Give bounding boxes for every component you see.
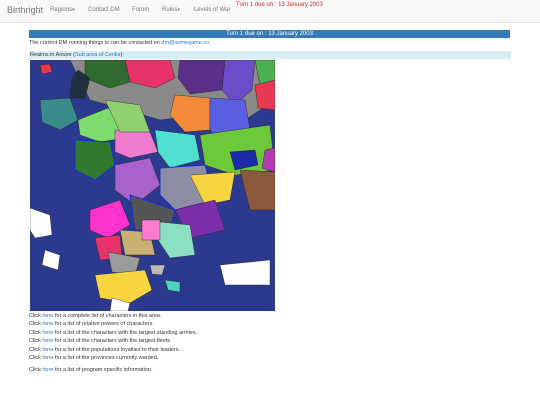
- link-prefix: Click: [29, 321, 43, 328]
- link-line: Click here for a complete list of charac…: [29, 312, 197, 320]
- navbar: Birthright Regions▾ Contact DM Forum Rul…: [0, 0, 540, 23]
- brand-link[interactable]: Birthright: [7, 5, 43, 15]
- caret-down-icon: ▾: [72, 7, 75, 13]
- contact-line: The current DM running things is can be …: [29, 40, 209, 46]
- nav-turn-notice: Turn 1 due on : 13 January 2003: [236, 2, 323, 8]
- region-south-pink: [141, 219, 161, 241]
- link-suffix: for a list of the populations loyalties …: [53, 346, 181, 353]
- link-prefix: Click: [29, 329, 43, 336]
- link-suffix: for a list of the provinces currently wa…: [53, 355, 159, 362]
- largest-fleets-link[interactable]: here: [42, 338, 53, 344]
- link-prefix: Click: [29, 346, 43, 353]
- link-line: Click here for a list of the characters …: [29, 329, 197, 337]
- characters-list-link[interactable]: here: [42, 313, 53, 319]
- link-prefix: Click: [29, 338, 43, 345]
- realms-header: Realms in Anuire (Sub area of Cerilia):: [29, 51, 511, 59]
- links-list: Click here for a complete list of charac…: [29, 312, 197, 375]
- link-suffix: for a list of the characters with the la…: [53, 329, 198, 336]
- island-red-nw: [39, 63, 53, 75]
- link-prefix: Click: [29, 367, 43, 374]
- nav-contact-dm[interactable]: Contact DM: [88, 7, 120, 13]
- contact-text: The current DM running things is can be …: [29, 40, 162, 46]
- nav-regions-label: Regions: [50, 7, 73, 13]
- nav-levels-of-war[interactable]: Levels of War: [194, 7, 230, 13]
- loyalties-link[interactable]: here: [42, 347, 53, 353]
- realm-map[interactable]: [30, 60, 275, 311]
- link-suffix: for a complete list of characters in thi…: [53, 313, 162, 319]
- cerilia-link[interactable]: Sub area of Cerilia: [75, 52, 121, 58]
- link-suffix: for a list of relative powers of charact…: [53, 321, 154, 328]
- caret-down-icon: ▾: [177, 7, 180, 13]
- link-suffix: for a list of program specific informati…: [53, 367, 153, 374]
- nav-forum[interactable]: Forum: [132, 7, 149, 13]
- standing-armies-link[interactable]: here: [42, 330, 53, 336]
- nav-rules-label: Rules: [162, 7, 178, 13]
- link-line: Click here for a list of the provinces c…: [29, 354, 197, 362]
- link-prefix: Click: [29, 313, 43, 319]
- nav-regions[interactable]: Regions▾: [50, 7, 75, 13]
- relative-powers-link[interactable]: here: [42, 321, 53, 327]
- turn-banner: Turn 1 due on : 13 January 2003: [29, 30, 510, 38]
- realms-suffix: ):: [120, 52, 124, 58]
- program-info-link[interactable]: here: [42, 367, 53, 373]
- nav-rules[interactable]: Rules▾: [162, 7, 180, 13]
- link-line: Click here for a list of the characters …: [29, 337, 197, 345]
- realms-prefix: Realms in Anuire (: [30, 52, 75, 58]
- link-suffix: for a list of the characters with the la…: [53, 338, 172, 345]
- warded-provinces-link[interactable]: here: [42, 355, 53, 361]
- link-line: Click here for a list of program specifi…: [29, 366, 197, 374]
- link-prefix: Click: [29, 355, 43, 362]
- link-line: Click here for a list of relative powers…: [29, 320, 197, 328]
- region-north-red: [254, 79, 275, 111]
- dm-email-link[interactable]: dm@somegame.co: [161, 40, 209, 46]
- link-line: Click here for a list of the populations…: [29, 346, 197, 354]
